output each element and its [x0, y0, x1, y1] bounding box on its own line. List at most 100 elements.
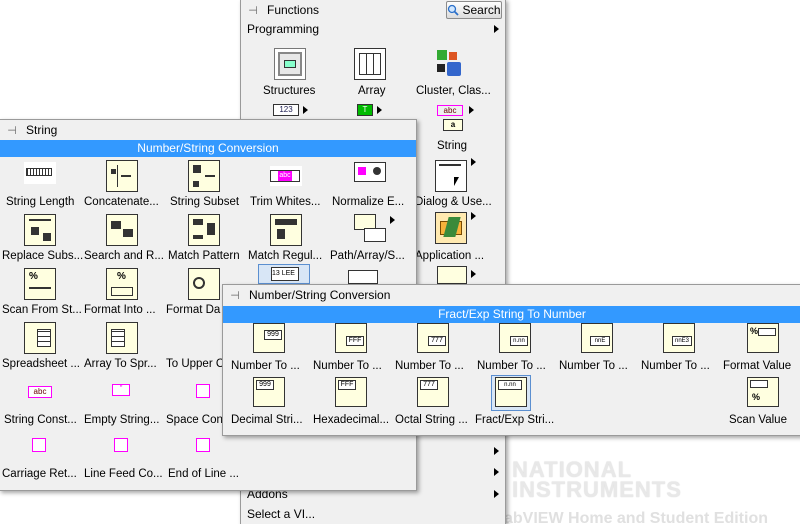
number-to-octal-icon: 777 [417, 323, 449, 353]
number-to-fractional-icon: n.nn [499, 323, 531, 353]
string-length-icon [24, 162, 56, 184]
numstr-titlebar[interactable]: ⊣ Number/String Conversion [223, 285, 800, 305]
number-to-eng-label: Number To ... [641, 360, 710, 372]
hovered-item[interactable]: 13 LEE [258, 264, 310, 284]
to-upper-case-item[interactable]: To Upper C [166, 322, 226, 370]
decimal-string-to-number-item[interactable]: 999 Decimal Stri... [227, 377, 307, 427]
number-to-hex-item[interactable]: FFF Number To ... [309, 323, 389, 373]
array-icon [354, 48, 386, 80]
string-icon: abc a [435, 104, 467, 136]
match-pattern-icon [188, 214, 220, 246]
number-to-octal-item[interactable]: 777 Number To ... [391, 323, 471, 373]
path-array-string-label: Path/Array/S... [330, 250, 405, 262]
array-to-spreadsheet-item[interactable]: Array To Spr... [82, 322, 164, 370]
trim-whitespace-item[interactable]: abc Trim Whites... [246, 160, 328, 208]
space-constant-item[interactable]: Space Con [166, 382, 226, 426]
submenu-arrow-icon [469, 106, 474, 114]
format-into-string-item[interactable]: % Format Into ... [82, 268, 164, 316]
line-feed-item[interactable]: Line Feed Co... [82, 436, 164, 480]
application-item[interactable]: Application ... [413, 210, 503, 262]
numstr-palette: ⊣ Number/String Conversion Fract/Exp Str… [222, 284, 800, 436]
structures-item[interactable]: Structures [261, 48, 321, 100]
number-to-exponential-icon: nnE [581, 323, 613, 353]
pin-icon[interactable]: ⊣ [4, 123, 20, 137]
category-label: Programming [247, 22, 320, 36]
structures-label: Structures [263, 85, 316, 97]
concatenate-label: Concatenate... [84, 196, 159, 208]
path-array-string-item[interactable]: Path/Array/S... [328, 214, 414, 262]
select-vi-row[interactable]: Select a VI... [241, 505, 505, 523]
pin-icon[interactable]: ⊣ [245, 3, 261, 17]
number-to-eng-item[interactable]: nnE3 Number To ... [637, 323, 717, 373]
dialog-item[interactable]: Dialog & Use... [413, 156, 503, 208]
pin-icon[interactable]: ⊣ [227, 288, 243, 302]
empty-string-label: Empty String... [84, 414, 160, 426]
match-regex-icon [270, 214, 302, 246]
search-label: Search [462, 3, 501, 17]
fract-exp-string-to-number-item[interactable]: n.nn [491, 375, 531, 413]
search-icon [448, 4, 460, 16]
number-to-exponential-label: Number To ... [559, 360, 628, 372]
search-button[interactable]: Search [446, 1, 502, 19]
empty-string-item[interactable]: " Empty String... [82, 382, 164, 426]
scan-from-string-item[interactable]: % Scan From St... [0, 268, 82, 316]
string-constant-label: String Const... [4, 414, 77, 426]
trim-whitespace-label: Trim Whites... [250, 196, 321, 208]
number-to-hex-label: Number To ... [313, 360, 382, 372]
fract-exp-string-to-number-label: Fract/Exp Stri... [475, 414, 555, 426]
string-subcategory-bar[interactable]: Number/String Conversion [0, 140, 416, 157]
end-of-line-label: End of Line ... [168, 468, 239, 480]
match-regex-item[interactable]: Match Regul... [246, 214, 328, 262]
normalize-eol-item[interactable]: Normalize E... [328, 160, 414, 208]
boolean-item[interactable]: T [355, 104, 395, 118]
format-value-item[interactable]: % Format Value [719, 323, 799, 373]
scan-value-item[interactable]: % Scan Value [719, 377, 799, 427]
category-programming[interactable]: Programming [241, 20, 505, 38]
number-to-decimal-label: Number To ... [231, 360, 300, 372]
string-subset-icon [188, 160, 220, 192]
number-to-fractional-item[interactable]: n.nn Number To ... [473, 323, 553, 373]
string-constant-item[interactable]: abc String Const... [0, 382, 80, 426]
normalize-eol-icon [354, 162, 386, 182]
string-item[interactable]: abc a String [421, 104, 501, 156]
octal-string-to-number-item[interactable]: 777 Octal String ... [391, 377, 471, 427]
application-icon [435, 212, 467, 244]
format-date-item[interactable]: Format Da [166, 268, 226, 316]
submenu-arrow-icon [471, 212, 476, 220]
to-upper-case-label: To Upper C [166, 358, 225, 370]
carriage-return-item[interactable]: Carriage Ret... [0, 436, 80, 480]
spreadsheet-string-label: Spreadsheet ... [2, 358, 80, 370]
cluster-item[interactable]: Cluster, Clas... [413, 48, 503, 100]
string-subset-label: String Subset [170, 196, 240, 208]
functions-title: Functions [267, 3, 320, 17]
submenu-arrow-icon [377, 106, 382, 114]
hex-string-to-number-item[interactable]: FFF Hexadecimal... [309, 377, 389, 427]
spreadsheet-string-item[interactable]: Spreadsheet ... [0, 322, 80, 370]
array-item[interactable]: Array [341, 48, 401, 100]
concatenate-icon [106, 160, 138, 192]
number-to-hex-icon: FFF [335, 323, 367, 353]
string-label: String [437, 140, 468, 152]
string-subset-item[interactable]: String Subset [166, 160, 248, 208]
number-to-exponential-item[interactable]: nnE Number To ... [555, 323, 635, 373]
match-pattern-item[interactable]: Match Pattern [166, 214, 248, 262]
string-titlebar[interactable]: ⊣ String [0, 120, 416, 140]
replace-substring-label: Replace Subs... [2, 250, 84, 262]
concatenate-item[interactable]: Concatenate... [82, 160, 164, 208]
hovered-item-icon: 13 LEE [271, 267, 299, 281]
replace-substring-item[interactable]: Replace Subs... [0, 214, 84, 262]
end-of-line-item[interactable]: End of Line ... [166, 436, 248, 480]
numstr-subcategory-bar[interactable]: Fract/Exp String To Number [223, 306, 800, 323]
search-replace-item[interactable]: Search and R... [82, 214, 164, 262]
numeric-item[interactable]: 123 [271, 104, 311, 118]
string-length-item[interactable]: String Length [0, 160, 80, 208]
more-item[interactable] [437, 266, 477, 286]
ni-logo: NATIONAL INSTRUMENTS [512, 459, 682, 501]
string-constant-icon: abc [28, 386, 52, 398]
numstr-title: Number/String Conversion [249, 288, 391, 302]
submenu-arrow-icon [494, 25, 499, 33]
number-to-decimal-item[interactable]: 999 Number To ... [227, 323, 307, 373]
numeric-icon: 123 [273, 104, 299, 116]
number-to-decimal-icon: 999 [253, 323, 285, 353]
submenu-arrow-icon [471, 270, 476, 278]
